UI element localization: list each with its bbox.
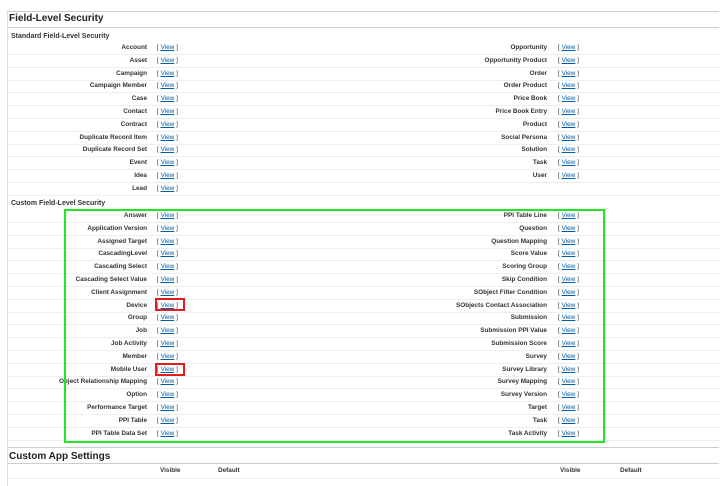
view-cell-contact: [ View ]: [157, 108, 178, 115]
object-label-asset: Asset: [129, 56, 147, 64]
object-label-order: Order: [529, 69, 547, 77]
view-cell-order-product: [ View ]: [558, 82, 579, 90]
view-link-contact[interactable]: View: [161, 108, 175, 115]
view-link-opportunity[interactable]: View: [562, 44, 576, 51]
object-label-lead: Lead: [132, 184, 147, 192]
view-link-order-product[interactable]: View: [562, 82, 576, 89]
section-divider: [7, 463, 719, 464]
view-link-price-book-entry[interactable]: View: [562, 108, 576, 115]
custom-section-title: Custom Field-Level Security: [11, 200, 106, 207]
object-label-case: Case: [131, 95, 147, 103]
object-label-opportunity: Opportunity: [510, 44, 547, 51]
view-cell-task: [ View ]: [558, 159, 579, 167]
view-link-event[interactable]: View: [161, 159, 175, 166]
row-divider: [8, 478, 720, 479]
object-label-contract: Contract: [120, 120, 147, 128]
view-cell-lead: [ View ]: [157, 184, 178, 192]
view-link-idea[interactable]: View: [161, 172, 175, 179]
view-link-opportunity-product[interactable]: View: [562, 57, 576, 64]
view-cell-event: [ View ]: [157, 159, 178, 167]
view-cell-price-book-entry: [ View ]: [558, 108, 579, 115]
view-link-campaign-member[interactable]: View: [161, 82, 175, 89]
highlight-device-view: [155, 298, 185, 311]
default-column-header: Default: [218, 467, 240, 474]
view-cell-case: [ View ]: [157, 95, 178, 103]
object-label-price-book: Price Book: [513, 95, 547, 103]
view-link-asset[interactable]: View: [161, 57, 175, 64]
object-label-product: Product: [522, 120, 547, 128]
object-label-campaign-member: Campaign Member: [89, 82, 147, 90]
highlight-custom-objects: [64, 209, 605, 443]
object-label-event: Event: [129, 159, 147, 167]
object-label-idea: Idea: [134, 172, 147, 179]
visible-column-header-right: Visible: [560, 467, 581, 474]
view-cell-account: [ View ]: [157, 44, 178, 51]
view-cell-contract: [ View ]: [157, 120, 178, 128]
view-link-case[interactable]: View: [161, 95, 175, 102]
object-label-task: Task: [532, 159, 547, 167]
view-cell-asset: [ View ]: [157, 56, 178, 64]
view-link-price-book[interactable]: View: [562, 95, 576, 102]
highlight-mobile-user-view: [155, 363, 185, 376]
view-link-solution[interactable]: View: [562, 146, 576, 153]
row-divider: [8, 194, 720, 196]
visible-column-header: Visible: [160, 467, 181, 474]
view-link-product[interactable]: View: [562, 121, 576, 128]
view-link-duplicate-record-set[interactable]: View: [161, 146, 175, 153]
view-cell-opportunity: [ View ]: [558, 44, 579, 51]
object-label-campaign: Campaign: [116, 69, 147, 77]
view-link-contract[interactable]: View: [161, 121, 175, 128]
view-cell-opportunity-product: [ View ]: [558, 56, 579, 64]
view-link-campaign[interactable]: View: [161, 70, 175, 77]
object-label-opportunity-product: Opportunity Product: [484, 56, 547, 64]
object-label-account: Account: [121, 44, 147, 51]
object-label-social-persona: Social Persona: [501, 133, 547, 141]
object-label-duplicate-record-set: Duplicate Record Set: [82, 146, 147, 154]
section-divider: [7, 27, 719, 28]
object-label-order-product: Order Product: [503, 82, 547, 90]
view-link-order[interactable]: View: [562, 70, 576, 77]
object-label-price-book-entry: Price Book Entry: [495, 108, 548, 115]
view-cell-social-persona: [ View ]: [558, 133, 579, 141]
object-label-user: User: [532, 172, 547, 179]
object-label-contact: Contact: [123, 108, 147, 115]
view-cell-user: [ View ]: [558, 172, 579, 179]
view-cell-order: [ View ]: [558, 69, 579, 77]
view-link-duplicate-record-item[interactable]: View: [161, 134, 175, 141]
view-cell-duplicate-record-item: [ View ]: [157, 133, 178, 141]
view-link-task[interactable]: View: [562, 159, 576, 166]
app-settings-title: Custom App Settings: [9, 451, 111, 462]
view-link-social-persona[interactable]: View: [562, 134, 576, 141]
view-link-user[interactable]: View: [562, 172, 576, 179]
object-label-solution: Solution: [521, 146, 547, 154]
view-link-account[interactable]: View: [161, 44, 175, 51]
section-divider: [7, 447, 719, 448]
view-cell-duplicate-record-set: [ View ]: [157, 146, 178, 154]
section-divider: [7, 11, 719, 12]
view-link-lead[interactable]: View: [161, 185, 175, 192]
view-cell-product: [ View ]: [558, 120, 579, 128]
default-column-header-right: Default: [620, 467, 642, 474]
standard-section-title: Standard Field-Level Security: [11, 33, 110, 40]
view-cell-campaign: [ View ]: [157, 69, 178, 77]
view-cell-campaign-member: [ View ]: [157, 82, 178, 90]
view-cell-idea: [ View ]: [157, 172, 178, 179]
view-cell-solution: [ View ]: [558, 146, 579, 154]
view-cell-price-book: [ View ]: [558, 95, 579, 103]
page-title: Field-Level Security: [9, 13, 104, 24]
object-label-duplicate-record-item: Duplicate Record Item: [79, 133, 147, 141]
